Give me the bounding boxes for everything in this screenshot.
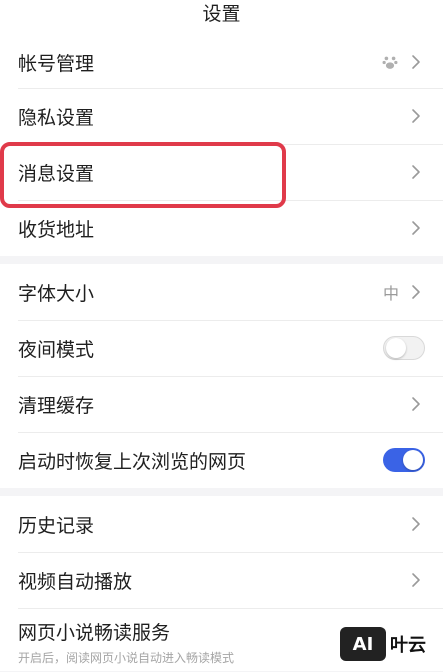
settings-item-font-size[interactable]: 字体大小 中 [0,264,443,320]
display-group: 字体大小 中 夜间模式 清理缓存 启动时恢复上次浏览的网页 [0,264,443,488]
page-title: 设置 [202,3,241,25]
settings-item-history[interactable]: 历史记录 [0,496,443,552]
watermark-text: 叶云 [390,635,426,656]
toggle-knob [403,450,423,470]
settings-item-label: 夜间模式 [18,338,95,361]
settings-item-privacy[interactable]: 隐私设置 [0,88,443,144]
chevron-right-icon [412,221,420,235]
toggle-knob [386,338,406,358]
chevron-right-icon [412,109,420,123]
chevron-right-icon [412,285,420,299]
settings-item-restore-pages[interactable]: 启动时恢复上次浏览的网页 [0,432,443,488]
settings-item-night-mode[interactable]: 夜间模式 [0,320,443,376]
settings-item-video-autoplay[interactable]: 视频自动播放 [0,552,443,608]
settings-item-label: 视频自动播放 [18,570,133,593]
night-mode-toggle[interactable] [383,336,425,360]
chevron-right-icon [412,573,420,587]
chevron-right-icon [412,397,420,411]
header: 设置 [0,0,443,36]
baidu-paw-icon [382,56,398,69]
settings-item-label: 清理缓存 [18,394,95,417]
settings-item-message[interactable]: 消息设置 [0,144,443,200]
font-size-value: 中 [382,284,399,303]
settings-item-label: 隐私设置 [18,106,95,129]
settings-item-subtitle: 开启后，阅读网页小说自动进入畅读模式 [18,651,235,665]
restore-pages-toggle[interactable] [383,448,425,472]
settings-item-label: 历史记录 [18,514,95,537]
settings-item-label: 消息设置 [18,162,95,185]
settings-item-label: 字体大小 [18,282,95,305]
settings-item-label: 收货地址 [18,218,95,241]
settings-item-label: 帐号管理 [18,52,95,75]
chevron-right-icon [412,517,420,531]
chevron-right-icon [412,55,420,69]
settings-item-label: 网页小说畅读服务 [18,622,171,644]
account-group: 帐号管理 隐私设置 消息设置 收货地址 [0,36,443,256]
settings-item-address[interactable]: 收货地址 [0,200,443,256]
settings-item-label: 启动时恢复上次浏览的网页 [18,450,247,473]
chevron-right-icon [412,165,420,179]
settings-item-clear-cache[interactable]: 清理缓存 [0,376,443,432]
settings-item-account[interactable]: 帐号管理 [0,36,443,88]
watermark: AI 叶云 [340,624,443,664]
watermark-ai-badge: AI [340,627,386,661]
